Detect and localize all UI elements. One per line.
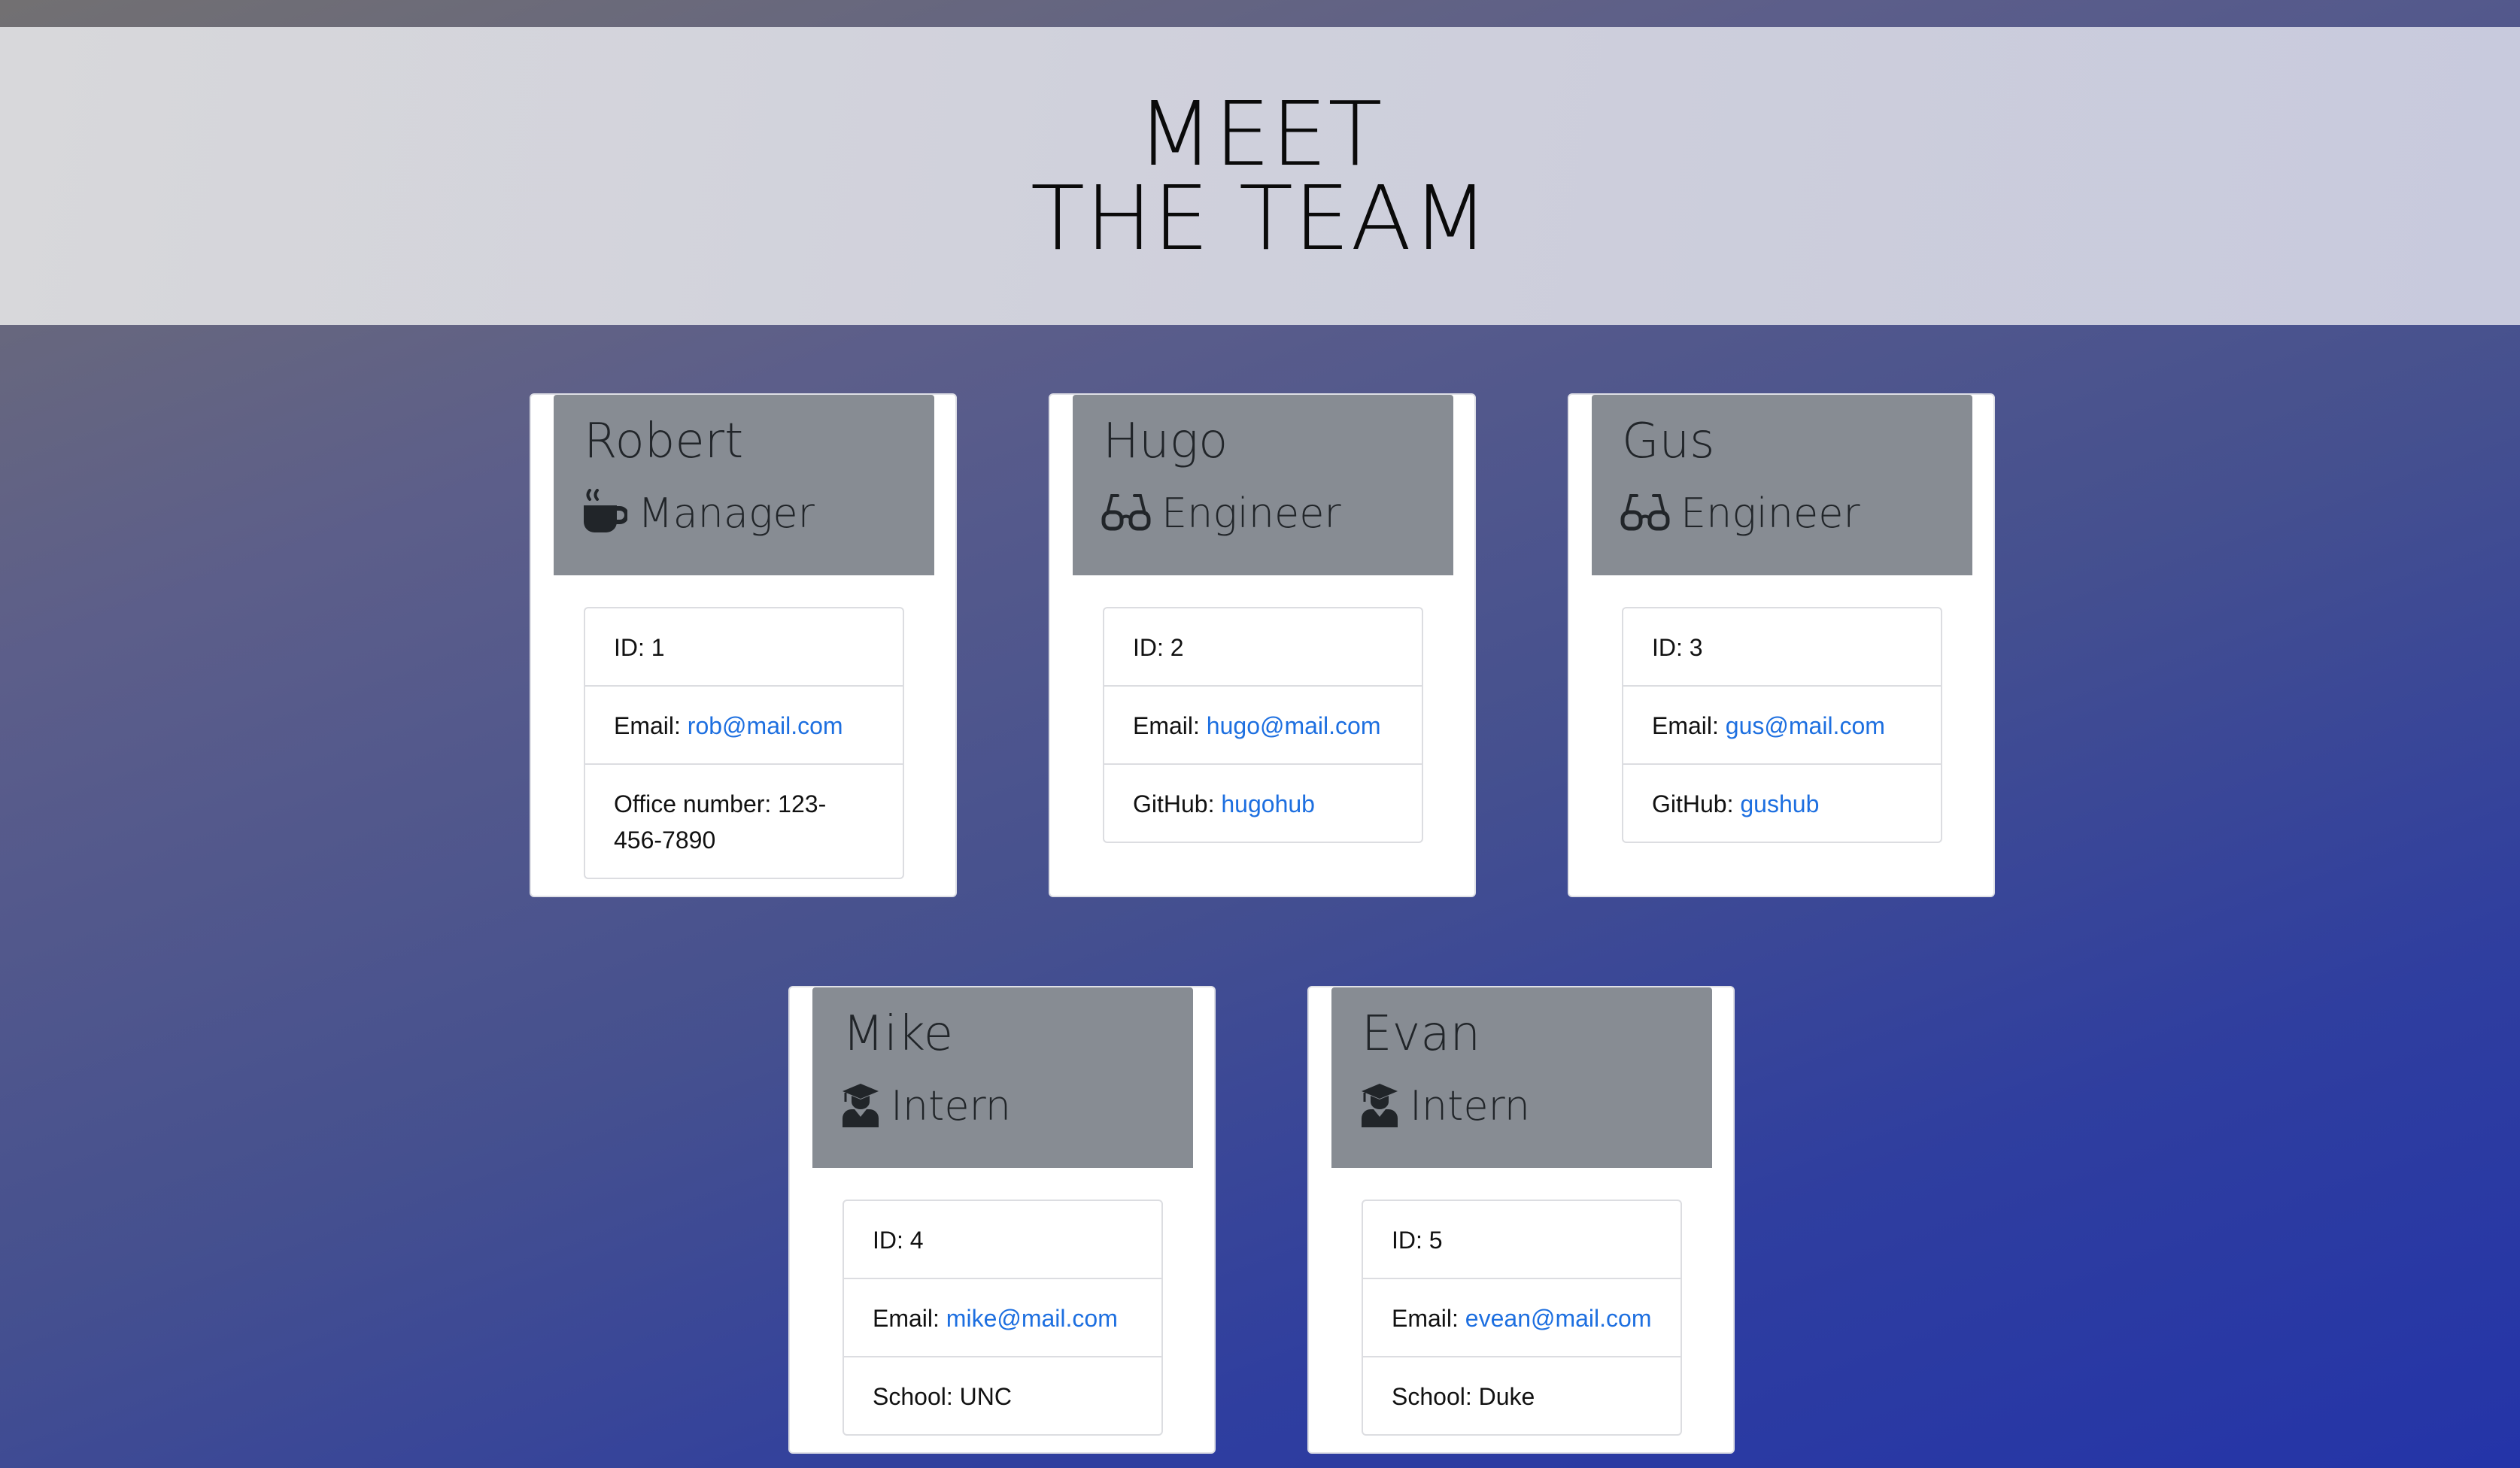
email-label: Email: — [873, 1305, 940, 1332]
school-row: School: UNC — [844, 1356, 1161, 1434]
id-value: 5 — [1429, 1227, 1443, 1254]
email-link[interactable]: mike@mail.com — [946, 1305, 1118, 1332]
id-row: ID: 1 — [585, 608, 903, 685]
role-label: Engineer — [1681, 490, 1860, 537]
github-link[interactable]: gushub — [1740, 790, 1819, 817]
role-label: Intern — [1410, 1082, 1531, 1130]
email-row: Email: rob@mail.com — [585, 685, 903, 763]
office-number-label: Office number: — [614, 790, 772, 817]
github-link[interactable]: hugohub — [1221, 790, 1315, 817]
school-label: School: — [1392, 1383, 1472, 1410]
role-label: Manager — [638, 490, 815, 537]
info-list: ID: 5 Email: evean@mail.com School: Duke — [1362, 1200, 1682, 1436]
employee-name: Hugo — [1103, 414, 1228, 469]
graduate-icon — [1360, 1082, 1399, 1131]
id-row: ID: 5 — [1363, 1201, 1681, 1278]
id-value: 2 — [1170, 634, 1184, 661]
employee-name: Mike — [843, 1006, 954, 1062]
github-label: GitHub: — [1133, 790, 1215, 817]
id-value: 1 — [651, 634, 665, 661]
role-row: Engineer — [1101, 485, 1341, 542]
id-row: ID: 2 — [1104, 608, 1422, 685]
employee-card-evan: Evan Intern ID: 5 Email: evean@mail.com … — [1307, 986, 1735, 1454]
role-row: Intern — [841, 1078, 1011, 1135]
school-value: UNC — [959, 1383, 1012, 1410]
github-row: GitHub: hugohub — [1104, 763, 1422, 842]
id-value: 4 — [909, 1227, 924, 1254]
page-title-line2: THE TEAM — [1030, 166, 1490, 270]
office-number-row: Office number: 123-456-7890 — [585, 763, 903, 878]
role-label: Engineer — [1161, 490, 1341, 537]
id-value: 3 — [1689, 634, 1703, 661]
glasses-icon — [1620, 491, 1670, 537]
card-header: Hugo Engineer — [1073, 395, 1453, 575]
id-row: ID: 3 — [1623, 608, 1941, 685]
card-header: Evan Intern — [1331, 987, 1712, 1168]
school-label: School: — [873, 1383, 953, 1410]
card-header: Gus Engineer — [1592, 395, 1972, 575]
email-label: Email: — [1652, 712, 1719, 739]
card-header: Robert Manager — [554, 395, 934, 575]
employee-card-hugo: Hugo Engineer ID: 2 Email: hugo@mail.com… — [1049, 393, 1476, 897]
employee-card-mike: Mike Intern ID: 4 Email: mike@mail.com S… — [788, 986, 1216, 1454]
id-label: ID: — [873, 1227, 903, 1254]
email-label: Email: — [614, 712, 681, 739]
email-row: Email: gus@mail.com — [1623, 685, 1941, 763]
info-list: ID: 3 Email: gus@mail.com GitHub: gushub — [1622, 607, 1942, 843]
email-link[interactable]: hugo@mail.com — [1207, 712, 1381, 739]
info-list: ID: 4 Email: mike@mail.com School: UNC — [843, 1200, 1163, 1436]
page-header: MEET THE TEAM — [0, 27, 2520, 325]
glasses-icon — [1101, 491, 1151, 537]
github-label: GitHub: — [1652, 790, 1734, 817]
page-title: MEET THE TEAM — [1030, 82, 1490, 270]
id-label: ID: — [1392, 1227, 1422, 1254]
github-row: GitHub: gushub — [1623, 763, 1941, 842]
role-label: Intern — [891, 1082, 1012, 1130]
email-row: Email: hugo@mail.com — [1104, 685, 1422, 763]
graduate-icon — [841, 1082, 880, 1131]
email-link[interactable]: evean@mail.com — [1465, 1305, 1652, 1332]
email-link[interactable]: gus@mail.com — [1726, 712, 1885, 739]
employee-name: Evan — [1362, 1006, 1481, 1062]
info-list: ID: 1 Email: rob@mail.com Office number:… — [584, 607, 904, 879]
email-row: Email: evean@mail.com — [1363, 1278, 1681, 1356]
employee-card-robert: Robert Manager ID: 1 Email: rob@mail.com… — [530, 393, 957, 897]
email-label: Email: — [1392, 1305, 1459, 1332]
id-label: ID: — [614, 634, 645, 661]
employee-name: Gus — [1622, 414, 1715, 469]
role-row: Intern — [1360, 1078, 1530, 1135]
id-row: ID: 4 — [844, 1201, 1161, 1278]
coffee-mug-icon — [582, 488, 629, 539]
role-row: Engineer — [1620, 485, 1860, 542]
employee-name: Robert — [584, 414, 744, 469]
school-row: School: Duke — [1363, 1356, 1681, 1434]
id-label: ID: — [1133, 634, 1164, 661]
role-row: Manager — [582, 485, 815, 542]
page-title-line1: MEET — [1137, 82, 1383, 186]
info-list: ID: 2 Email: hugo@mail.com GitHub: hugoh… — [1103, 607, 1423, 843]
employee-card-gus: Gus Engineer ID: 3 Email: gus@mail.com G… — [1568, 393, 1995, 897]
email-link[interactable]: rob@mail.com — [688, 712, 843, 739]
email-row: Email: mike@mail.com — [844, 1278, 1161, 1356]
card-header: Mike Intern — [812, 987, 1193, 1168]
email-label: Email: — [1133, 712, 1200, 739]
id-label: ID: — [1652, 634, 1683, 661]
school-value: Duke — [1478, 1383, 1535, 1410]
